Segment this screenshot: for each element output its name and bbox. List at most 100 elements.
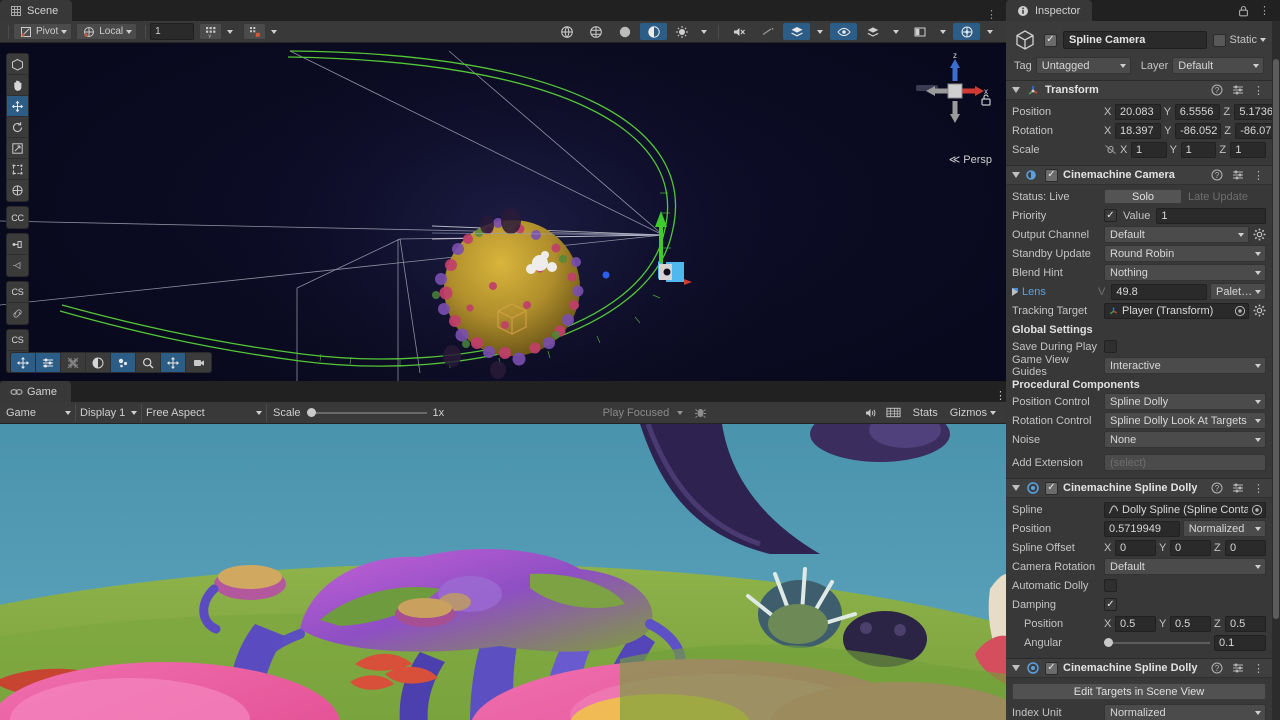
lens-palette-dropdown[interactable]: Palette...	[1210, 283, 1266, 300]
custom-cs-tool-1-button[interactable]: CS	[7, 282, 28, 303]
move-tool-button[interactable]	[7, 96, 28, 117]
component-header-spline-dolly-lookat[interactable]: ✓ Cinemachine Spline Dolly LookAt Tar ? …	[1006, 658, 1272, 678]
transform-tool-button[interactable]	[7, 180, 28, 201]
shading-mode-button[interactable]	[582, 23, 609, 40]
help-icon[interactable]: ?	[1209, 83, 1224, 98]
scale-slider-knob[interactable]	[306, 408, 316, 417]
angular-slider-knob[interactable]	[1104, 638, 1113, 647]
tag-dropdown[interactable]: Untagged	[1035, 57, 1131, 74]
component-header-cinemachine-camera[interactable]: ✓ Cinemachine Camera ? ⋮	[1006, 165, 1272, 185]
foldout-arrow-icon[interactable]	[1012, 485, 1020, 491]
help-icon[interactable]: ?	[1209, 481, 1224, 496]
priority-enabled-checkbox[interactable]: ✓	[1104, 209, 1117, 222]
scale-x-input[interactable]: 1	[1131, 141, 1167, 158]
view-tool-button[interactable]	[7, 54, 28, 75]
inspector-scrollbar[interactable]	[1272, 21, 1280, 720]
aspect-dropdown[interactable]: Free Aspect	[142, 403, 267, 422]
grid-size-input[interactable]: 1	[150, 23, 195, 40]
object-picker-icon[interactable]	[1234, 304, 1246, 318]
foldout-arrow-icon[interactable]	[1012, 172, 1020, 178]
scene-lighting-overlay-button[interactable]	[86, 353, 111, 372]
camera-rotation-dropdown[interactable]: Default	[1104, 558, 1266, 575]
spline-dolly-lookat-enabled-checkbox[interactable]: ✓	[1045, 661, 1058, 675]
static-toggle-group[interactable]: Static	[1213, 33, 1266, 47]
edit-targets-in-scene-view-button[interactable]: Edit Targets in Scene View	[1012, 683, 1266, 700]
help-icon[interactable]: ?	[1209, 168, 1224, 183]
grid-snap-axis-button[interactable]: y	[199, 23, 223, 40]
play-mode-dropdown[interactable]: Play Focused	[599, 404, 688, 422]
spline-offset-z-input[interactable]: 0	[1225, 539, 1266, 556]
chevron-down-icon[interactable]	[1260, 38, 1266, 42]
standby-update-dropdown[interactable]: Round Robin	[1104, 245, 1266, 262]
rotation-control-dropdown[interactable]: Spline Dolly Look At Targets	[1104, 412, 1266, 429]
search-overlay-button[interactable]	[136, 353, 161, 372]
spline-offset-x-input[interactable]: 0	[1115, 539, 1156, 556]
shaded-solid-button[interactable]	[611, 23, 638, 40]
hand-tool-button[interactable]	[7, 75, 28, 96]
output-channel-dropdown[interactable]: Default	[1104, 226, 1249, 243]
constrain-proportions-off-icon[interactable]	[1104, 142, 1117, 157]
gameobject-enabled-checkbox[interactable]: ✓	[1044, 33, 1057, 47]
kebab-menu-icon[interactable]: ⋮	[1251, 481, 1266, 496]
damping-checkbox[interactable]: ✓	[1104, 598, 1117, 611]
kebab-menu-icon[interactable]: ⋮	[1251, 661, 1266, 676]
custom-cc-tool-button[interactable]: CC	[7, 207, 28, 228]
scale-slider[interactable]	[306, 408, 427, 417]
preset-icon[interactable]	[1230, 83, 1245, 98]
game-target-dropdown[interactable]: Game	[2, 403, 76, 422]
layers-dropdown[interactable]	[888, 23, 904, 40]
snap-increment-dropdown[interactable]	[266, 23, 282, 40]
display-dropdown[interactable]: Display 1	[76, 403, 142, 422]
kebab-menu-icon[interactable]: ⋮	[1251, 83, 1266, 98]
scene-view-axis-gizmo[interactable]: z x	[916, 49, 994, 135]
spline-link-tool-button[interactable]	[7, 303, 28, 324]
position-control-dropdown[interactable]: Spline Dolly	[1104, 393, 1266, 410]
tool-settings-overlay-button[interactable]	[36, 353, 61, 372]
spline-overlay-button[interactable]	[161, 353, 186, 372]
render-doc-dropdown[interactable]	[935, 23, 951, 40]
scene-lighting-toggle[interactable]	[640, 23, 667, 40]
position-x-input[interactable]: 20.083	[1115, 103, 1161, 120]
handle-space-button[interactable]: Local	[76, 23, 138, 40]
scene-visibility-dropdown[interactable]	[812, 23, 828, 40]
add-extension-dropdown[interactable]: (select)	[1104, 454, 1266, 471]
dolly-position-unit-dropdown[interactable]: Normalized	[1182, 520, 1266, 537]
fx-dropdown[interactable]	[696, 23, 712, 40]
frame-debugger-icon[interactable]	[886, 405, 901, 420]
tracking-target-settings-icon[interactable]	[1252, 304, 1266, 318]
index-unit-dropdown[interactable]: Normalized	[1104, 704, 1266, 720]
noise-dropdown[interactable]: None	[1104, 431, 1266, 448]
component-header-transform[interactable]: Transform ? ⋮	[1006, 80, 1272, 100]
damping-x-input[interactable]: 0.5	[1115, 615, 1156, 632]
lens-value-input[interactable]: 49.8	[1111, 283, 1207, 300]
damping-y-input[interactable]: 0.5	[1170, 615, 1211, 632]
spline-dolly-enabled-checkbox[interactable]: ✓	[1045, 481, 1058, 495]
preset-icon[interactable]	[1230, 481, 1245, 496]
automatic-dolly-checkbox[interactable]	[1104, 579, 1117, 592]
gameobject-name-input[interactable]: Spline Camera	[1063, 31, 1208, 49]
grid-snap-dropdown[interactable]	[222, 23, 238, 40]
cinemachine-overlay-button[interactable]	[186, 353, 211, 372]
layers-button[interactable]	[859, 23, 886, 40]
priority-value-input[interactable]: 1	[1156, 207, 1266, 224]
cinemachine-camera-enabled-checkbox[interactable]: ✓	[1045, 168, 1058, 182]
scene-panel-menu-icon[interactable]: ⋮	[986, 8, 1006, 21]
tracking-target-objectfield[interactable]: Player (Transform)	[1104, 302, 1249, 319]
pivot-toggle-button[interactable]: Pivot	[13, 23, 73, 40]
rect-tool-button[interactable]	[7, 159, 28, 180]
game-viewport[interactable]	[0, 424, 1006, 720]
foldout-arrow-icon[interactable]	[1012, 87, 1020, 93]
chevron-down-icon[interactable]	[990, 410, 997, 415]
save-during-play-checkbox[interactable]	[1104, 340, 1117, 353]
component-header-spline-dolly[interactable]: ✓ Cinemachine Spline Dolly ? ⋮	[1006, 478, 1272, 498]
tab-game[interactable]: Game	[0, 381, 71, 402]
scale-tool-button[interactable]	[7, 138, 28, 159]
stats-button[interactable]: Stats	[907, 407, 944, 419]
preset-icon[interactable]	[1230, 168, 1245, 183]
spline-objectfield[interactable]: Dolly Spline (Spline Containe	[1104, 501, 1266, 518]
solo-button[interactable]: Solo	[1104, 189, 1182, 204]
scene-viewport[interactable]: CC CS CS z x ≪ Persp	[0, 43, 1006, 381]
foldout-arrow-icon[interactable]	[1012, 665, 1020, 671]
particles-overlay-button[interactable]	[111, 353, 136, 372]
draw-mode-button[interactable]	[553, 23, 580, 40]
